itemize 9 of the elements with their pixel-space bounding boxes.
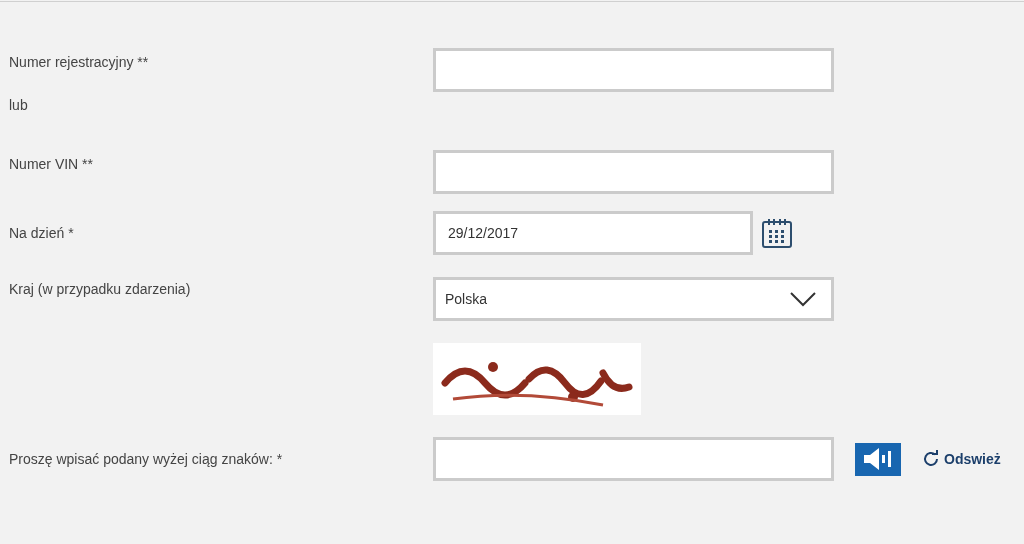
field-label: Proszę wpisać podany wyżej ciąg znaków: * — [9, 449, 283, 469]
field-label: Numer VIN ** — [9, 154, 94, 174]
refresh-link[interactable]: Odswież — [922, 448, 1001, 470]
field-label: lub — [9, 95, 28, 115]
field-label: Kraj (w przypadku zdarzenia) — [9, 280, 191, 299]
country-dropdown[interactable]: Polska — [433, 277, 834, 321]
field-label: Numer rejestracyjny ** — [9, 52, 149, 72]
field-label: Na dzień * — [9, 223, 74, 243]
date-field[interactable]: 29/12/2017 — [433, 211, 753, 255]
